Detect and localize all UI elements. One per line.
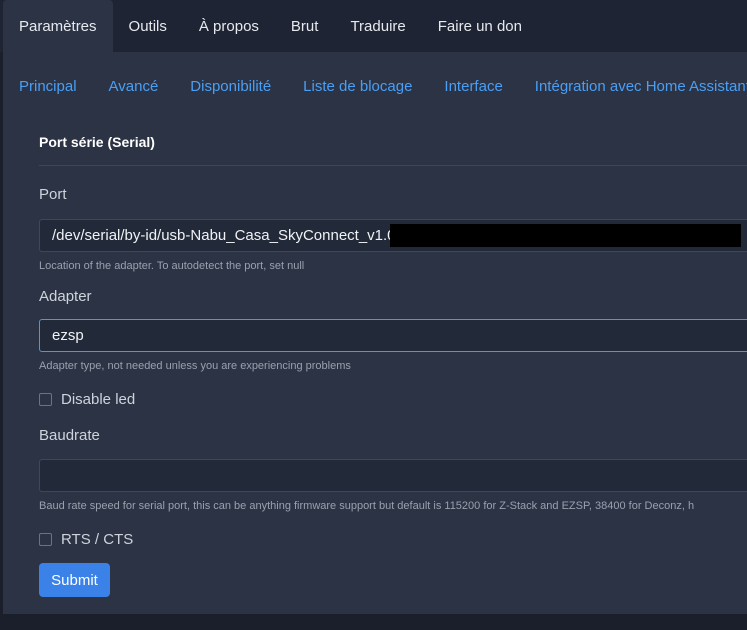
port-value: /dev/serial/by-id/usb-Nabu_Casa_SkyConne… bbox=[52, 227, 396, 244]
disable-led-checkbox[interactable] bbox=[39, 392, 52, 406]
settings-subnav: Principal Avancé Disponibilité Liste de … bbox=[19, 78, 747, 95]
settings-panel: Principal Avancé Disponibilité Liste de … bbox=[3, 52, 747, 614]
adapter-help: Adapter type, not needed unless you are … bbox=[39, 360, 351, 372]
subtab-home-assistant[interactable]: Intégration avec Home Assistant bbox=[535, 78, 747, 95]
disable-led-label: Disable led bbox=[61, 390, 136, 408]
serial-settings-card: Port série (Serial) Port /dev/serial/by-… bbox=[23, 116, 747, 597]
baudrate-label: Baudrate bbox=[39, 427, 100, 444]
subtab-interface[interactable]: Interface bbox=[444, 78, 502, 95]
tab-faire-un-don[interactable]: Faire un don bbox=[422, 0, 538, 52]
tab-outils[interactable]: Outils bbox=[113, 0, 183, 52]
adapter-value: ezsp bbox=[52, 327, 84, 344]
tab-parametres[interactable]: Paramètres bbox=[3, 0, 113, 52]
disable-led-row[interactable]: Disable led bbox=[39, 389, 747, 409]
port-label: Port bbox=[39, 186, 67, 203]
submit-button[interactable]: Submit bbox=[39, 563, 110, 597]
top-navigation: Paramètres Outils À propos Brut Traduire… bbox=[0, 0, 747, 52]
tab-brut[interactable]: Brut bbox=[275, 0, 335, 52]
redaction-bar bbox=[390, 224, 741, 247]
port-input[interactable]: /dev/serial/by-id/usb-Nabu_Casa_SkyConne… bbox=[39, 219, 747, 252]
baudrate-input[interactable] bbox=[39, 459, 747, 492]
subtab-disponibilite[interactable]: Disponibilité bbox=[190, 78, 271, 95]
rtscts-label: RTS / CTS bbox=[61, 530, 134, 548]
rtscts-row[interactable]: RTS / CTS bbox=[39, 529, 747, 549]
subtab-liste-de-blocage[interactable]: Liste de blocage bbox=[303, 78, 412, 95]
baudrate-help: Baud rate speed for serial port, this ca… bbox=[39, 500, 695, 512]
port-help: Location of the adapter. To autodetect t… bbox=[39, 260, 305, 272]
tab-a-propos[interactable]: À propos bbox=[183, 0, 275, 52]
rtscts-checkbox[interactable] bbox=[39, 532, 52, 546]
tab-traduire[interactable]: Traduire bbox=[334, 0, 421, 52]
adapter-label: Adapter bbox=[39, 288, 92, 305]
title-divider bbox=[39, 165, 747, 166]
adapter-input[interactable]: ezsp bbox=[39, 319, 747, 352]
subtab-avance[interactable]: Avancé bbox=[109, 78, 159, 95]
subtab-principal[interactable]: Principal bbox=[19, 78, 77, 95]
card-title: Port série (Serial) bbox=[39, 134, 155, 150]
